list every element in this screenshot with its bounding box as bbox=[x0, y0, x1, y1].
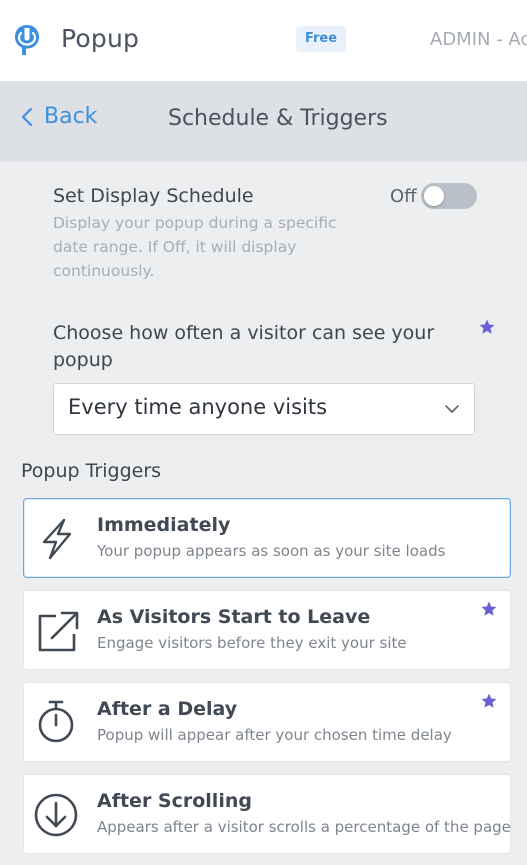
trigger-name: Immediately bbox=[97, 514, 231, 536]
exit-arrow-icon bbox=[38, 611, 79, 652]
trigger-description: Your popup appears as soon as your site … bbox=[97, 542, 446, 560]
plan-badge[interactable]: Free bbox=[296, 26, 346, 52]
lightning-icon bbox=[42, 518, 72, 560]
triggers-title: Popup Triggers bbox=[21, 460, 162, 482]
popup-logo-icon bbox=[15, 25, 39, 55]
premium-star-icon bbox=[481, 693, 497, 708]
trigger-after-delay[interactable]: After a Delay Popup will appear after yo… bbox=[23, 682, 511, 762]
app-name: Popup bbox=[61, 24, 140, 53]
trigger-exit-intent[interactable]: As Visitors Start to Leave Engage visito… bbox=[23, 590, 511, 670]
trigger-description: Popup will appear after your chosen time… bbox=[97, 726, 452, 744]
frequency-selected-value: Every time anyone visits bbox=[68, 395, 328, 419]
scroll-down-icon bbox=[34, 793, 78, 837]
premium-star-icon bbox=[481, 601, 497, 616]
trigger-description: Engage visitors before they exit your si… bbox=[97, 634, 407, 652]
frequency-label: Choose how often a visitor can see your … bbox=[53, 322, 435, 371]
trigger-name: After a Delay bbox=[97, 698, 238, 720]
toggle-knob bbox=[424, 186, 444, 206]
back-label: Back bbox=[44, 104, 98, 129]
stopwatch-icon bbox=[38, 700, 74, 743]
page-title: Schedule & Triggers bbox=[168, 106, 388, 131]
schedule-toggle-label: Off bbox=[390, 186, 417, 207]
schedule-title: Set Display Schedule bbox=[53, 185, 254, 207]
trigger-name: As Visitors Start to Leave bbox=[97, 606, 371, 628]
chevron-down-icon bbox=[445, 405, 459, 413]
back-button[interactable]: Back bbox=[20, 104, 97, 129]
trigger-immediately[interactable]: Immediately Your popup appears as soon a… bbox=[23, 498, 511, 578]
trigger-description: Appears after a visitor scrolls a percen… bbox=[97, 818, 511, 836]
frequency-select[interactable]: Every time anyone visits bbox=[53, 383, 475, 435]
trigger-after-scrolling[interactable]: After Scrolling Appears after a visitor … bbox=[23, 774, 511, 854]
chevron-left-icon bbox=[21, 107, 33, 126]
schedule-description: Display your popup during a specific dat… bbox=[53, 214, 337, 280]
trigger-name: After Scrolling bbox=[97, 790, 252, 812]
admin-menu[interactable]: ADMIN - Ac bbox=[430, 29, 527, 50]
schedule-toggle[interactable] bbox=[421, 183, 477, 209]
premium-star-icon bbox=[479, 319, 495, 334]
